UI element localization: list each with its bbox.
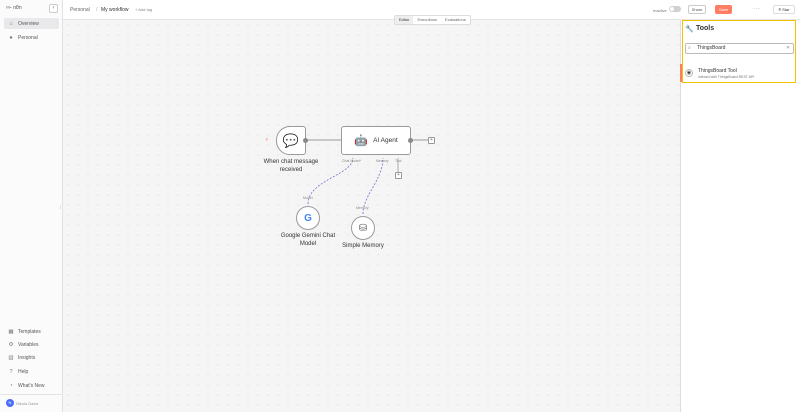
wrench-icon: 🔧 — [685, 26, 694, 33]
github-icon: ⌾ — [778, 7, 781, 12]
more-options-icon[interactable]: ··· — [753, 6, 761, 12]
sidebar-item-label: What's New — [18, 382, 45, 389]
tab-editor[interactable]: Editor — [395, 16, 414, 24]
robot-icon: 🤖 — [354, 135, 369, 147]
sidebar-item-whats-new[interactable]: ◔ What's New — [4, 380, 59, 391]
sidebar-divider — [0, 394, 63, 395]
chat-model-port-label: Chat Model* — [342, 159, 362, 163]
search-input-value[interactable]: ThingsBoard — [697, 45, 725, 51]
chat-icon: 💬 — [282, 132, 300, 148]
bell-icon: ◔ — [9, 382, 13, 389]
thingsboard-icon: ◉ — [685, 69, 693, 77]
breadcrumb-separator: / — [96, 7, 98, 13]
trigger-output-port[interactable] — [303, 138, 308, 143]
workflow-name[interactable]: My workflow — [101, 7, 129, 13]
logo-text: n8n — [13, 5, 22, 11]
ai-agent-label: AI Agent — [373, 137, 398, 144]
sidebar-item-overview[interactable]: ⌂ Overview — [4, 18, 59, 29]
sidebar: ∞- n8n ‹ ⌂ Overview ● Personal ▦ Templat… — [0, 0, 63, 412]
trigger-lightning-icon: ⚡ — [265, 137, 269, 143]
add-tool-button[interactable]: + — [395, 172, 402, 179]
database-icon: ⛁ — [358, 222, 368, 234]
help-icon: ? — [9, 368, 13, 375]
sidebar-item-label: Insights — [18, 354, 36, 361]
tab-executions[interactable]: Executions — [413, 16, 441, 24]
workflow-canvas[interactable] — [63, 20, 680, 412]
sidebar-item-label: Variables — [18, 341, 39, 348]
home-icon: ⌂ — [9, 20, 13, 27]
user-icon: ● — [9, 34, 13, 41]
user-name: Nikola Davis — [16, 401, 39, 406]
sidebar-item-templates[interactable]: ▦ Templates — [4, 326, 59, 337]
avatar[interactable]: N — [6, 399, 14, 407]
agent-output-port[interactable] — [408, 138, 413, 143]
sidebar-item-variables[interactable]: ⚙ Variables — [4, 339, 59, 350]
chat-trigger-node[interactable]: 💬 — [276, 126, 306, 155]
ai-agent-node[interactable]: 🤖 AI Agent — [341, 126, 411, 155]
google-icon: G — [304, 212, 312, 224]
sidebar-item-label: Personal — [18, 34, 38, 41]
insights-icon: ▥ — [8, 354, 14, 361]
share-button[interactable]: Share — [688, 5, 706, 14]
github-star-button[interactable]: ⌾ Star — [773, 5, 795, 14]
gemini-model-node[interactable]: G — [296, 206, 320, 230]
sidebar-item-label: Overview — [18, 20, 39, 27]
n8n-logo[interactable]: ∞- n8n — [6, 5, 22, 11]
sidebar-item-personal[interactable]: ● Personal — [4, 32, 59, 43]
gemini-model-label: Google Gemini Chat Model — [280, 233, 336, 247]
sidebar-item-label: Templates — [18, 328, 41, 335]
sidebar-item-insights[interactable]: ▥ Insights — [4, 352, 59, 363]
result-description: Interact with ThingsBoard REST API — [698, 75, 755, 79]
model-sublabel: Model — [303, 196, 313, 200]
star-label: Star — [782, 7, 790, 12]
clear-icon[interactable]: ✕ — [786, 45, 790, 51]
logo-icon: ∞- — [6, 5, 12, 11]
chat-trigger-label: When chat message received — [263, 159, 319, 173]
templates-icon: ▦ — [8, 328, 14, 335]
simple-memory-label: Simple Memory — [342, 243, 384, 249]
result-title: ThingsBoard Tool — [698, 68, 737, 74]
search-icon: ⌕ — [688, 45, 691, 51]
active-status-label: Inactive — [653, 8, 667, 13]
add-node-button[interactable]: + — [428, 137, 435, 144]
tool-port-label: Tool — [395, 159, 402, 163]
active-toggle[interactable] — [669, 6, 681, 12]
variables-icon: ⚙ — [8, 341, 14, 348]
memory-sublabel: Memory — [356, 206, 369, 210]
sidebar-item-label: Help — [18, 368, 29, 375]
view-tabs: Editor Executions Evaluations — [394, 15, 471, 25]
breadcrumb-personal[interactable]: Personal — [70, 7, 90, 13]
sidebar-item-help[interactable]: ? Help — [4, 366, 59, 377]
memory-port-label: Memory — [376, 159, 389, 163]
collapse-sidebar-button[interactable]: ‹ — [49, 4, 58, 13]
simple-memory-node[interactable]: ⛁ — [351, 216, 375, 240]
add-tag-button[interactable]: + Add tag — [135, 7, 152, 12]
tab-evaluations[interactable]: Evaluations — [441, 16, 470, 24]
save-button[interactable]: Save — [715, 5, 732, 14]
panel-title: Tools — [696, 25, 715, 32]
